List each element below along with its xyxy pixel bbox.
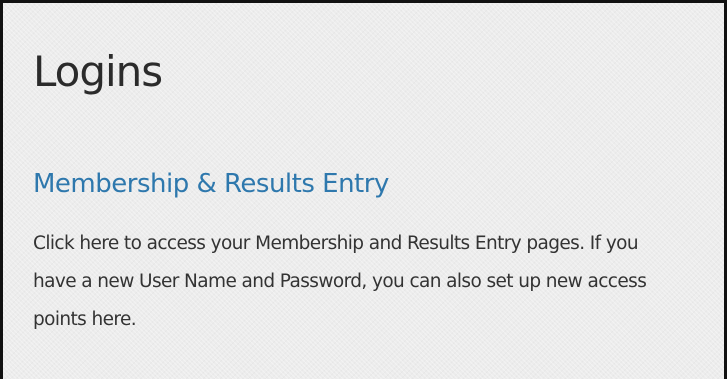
membership-results-entry-link[interactable]: Membership & Results Entry xyxy=(33,171,389,197)
page-title: Logins xyxy=(33,47,163,96)
section-description: Click here to access your Membership and… xyxy=(33,233,647,330)
logins-panel: Logins Membership & Results Entry Click … xyxy=(0,0,727,379)
